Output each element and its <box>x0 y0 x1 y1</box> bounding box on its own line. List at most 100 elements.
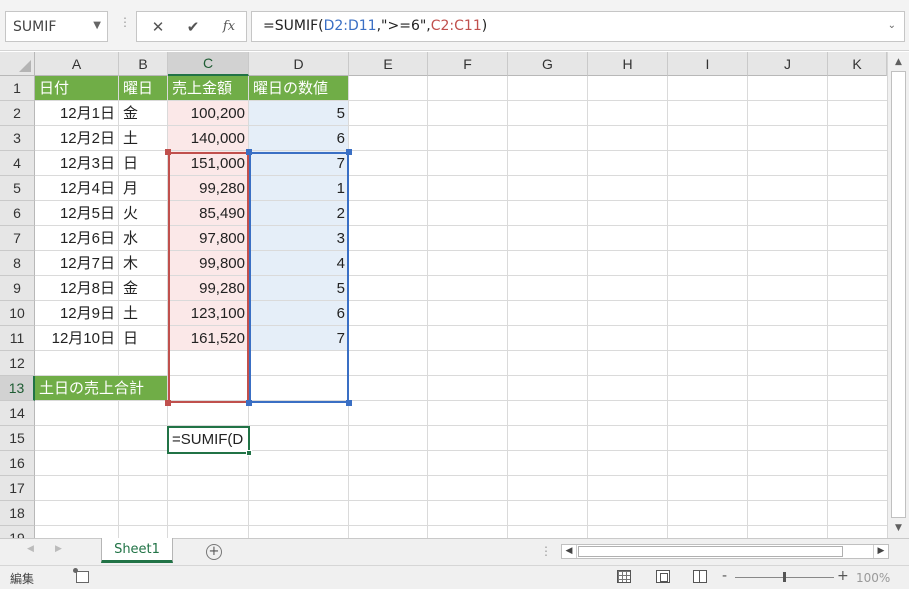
blue-range-corner-handle[interactable] <box>246 149 252 155</box>
normal-view-icon[interactable] <box>617 570 631 583</box>
tab-split-grip-icon[interactable]: ⋮ <box>540 544 552 558</box>
row-header-12[interactable]: 12 <box>0 351 35 376</box>
insert-function-icon[interactable]: fx <box>212 12 246 41</box>
add-sheet-icon[interactable]: + <box>206 544 222 560</box>
scroll-left-icon[interactable]: ◀ <box>562 545 577 558</box>
zoom-slider-thumb[interactable] <box>783 572 786 582</box>
column-header-e[interactable]: E <box>349 52 428 76</box>
row-header-17[interactable]: 17 <box>0 476 35 501</box>
scroll-up-icon[interactable]: ▲ <box>890 54 907 70</box>
formula-bar-grip-icon[interactable]: ⋮ <box>119 15 131 29</box>
formula-input[interactable]: =SUMIF(D2:D11,">=6",C2:C11) ⌄ <box>251 11 905 42</box>
column-header-i[interactable]: I <box>668 52 748 76</box>
cell-d3[interactable]: 6 <box>249 126 348 150</box>
tab-scroll-right-icon[interactable]: ▶ <box>55 544 62 554</box>
cell-d6[interactable]: 2 <box>249 201 348 225</box>
spreadsheet-grid[interactable]: ABCDEFGHIJK 1 2 3 4 5 6 7 8 9 10 11 12 13 14 15 16 17 18 1… <box>0 52 887 538</box>
cell-a4[interactable]: 12月3日 <box>35 151 118 175</box>
column-header-k[interactable]: K <box>828 52 887 76</box>
cell-d11[interactable]: 7 <box>249 326 348 350</box>
expand-formula-chevron-icon[interactable]: ⌄ <box>888 20 896 31</box>
cell-d4[interactable]: 7 <box>249 151 348 175</box>
header-cell-d1[interactable]: 曜日の数値 <box>249 76 348 100</box>
cell-a9[interactable]: 12月8日 <box>35 276 118 300</box>
row-header-13[interactable]: 13 <box>0 376 35 401</box>
column-header-g[interactable]: G <box>508 52 588 76</box>
row-header-3[interactable]: 3 <box>0 126 35 151</box>
chevron-down-icon[interactable]: ▼ <box>93 20 101 31</box>
cancel-icon[interactable]: ✕ <box>141 12 175 41</box>
column-header-h[interactable]: H <box>588 52 668 76</box>
cell-a3[interactable]: 12月2日 <box>35 126 118 150</box>
row-header-6[interactable]: 6 <box>0 201 35 226</box>
cell-a8[interactable]: 12月7日 <box>35 251 118 275</box>
cell-a6[interactable]: 12月5日 <box>35 201 118 225</box>
red-range-corner-handle[interactable] <box>165 149 171 155</box>
zoom-level[interactable]: 100% <box>856 571 890 585</box>
cell-b8[interactable]: 木 <box>119 251 167 275</box>
zoom-out-button[interactable]: - <box>722 568 727 584</box>
tab-scroll-left-icon[interactable]: ◀ <box>27 544 34 554</box>
cell-d5[interactable]: 1 <box>249 176 348 200</box>
cell-c2[interactable]: 100,200 <box>168 101 248 125</box>
row-header-5[interactable]: 5 <box>0 176 35 201</box>
column-header-b[interactable]: B <box>119 52 168 76</box>
column-header-j[interactable]: J <box>748 52 828 76</box>
cell-c8[interactable]: 99,800 <box>168 251 248 275</box>
cell-b7[interactable]: 水 <box>119 226 167 250</box>
horizontal-scrollbar[interactable]: ◀ ▶ <box>561 544 889 559</box>
vertical-scrollbar[interactable]: ▲ ▼ <box>887 52 909 538</box>
cell-b3[interactable]: 土 <box>119 126 167 150</box>
header-cell-b1[interactable]: 曜日 <box>119 76 167 100</box>
cell-b11[interactable]: 日 <box>119 326 167 350</box>
row-header-10[interactable]: 10 <box>0 301 35 326</box>
page-layout-view-icon[interactable] <box>656 570 670 583</box>
column-header-c[interactable]: C <box>168 52 249 76</box>
cell-d7[interactable]: 3 <box>249 226 348 250</box>
cell-b4[interactable]: 日 <box>119 151 167 175</box>
cell-c9[interactable]: 99,280 <box>168 276 248 300</box>
blue-range-corner-handle[interactable] <box>246 400 252 406</box>
row-header-9[interactable]: 9 <box>0 276 35 301</box>
row-header-19[interactable]: 19 <box>0 526 35 538</box>
row-header-16[interactable]: 16 <box>0 451 35 476</box>
zoom-in-button[interactable]: + <box>837 568 849 584</box>
blue-range-corner-handle[interactable] <box>346 149 352 155</box>
row-header-14[interactable]: 14 <box>0 401 35 426</box>
row-header-1[interactable]: 1 <box>0 76 35 101</box>
summary-label-a13[interactable]: 土日の売上合計 <box>35 376 167 400</box>
active-cell-c13[interactable]: =SUMIF(D <box>167 426 250 454</box>
cell-b9[interactable]: 金 <box>119 276 167 300</box>
column-header-f[interactable]: F <box>428 52 508 76</box>
row-header-15[interactable]: 15 <box>0 426 35 451</box>
row-header-2[interactable]: 2 <box>0 101 35 126</box>
cell-c4[interactable]: 151,000 <box>168 151 248 175</box>
row-header-11[interactable]: 11 <box>0 326 35 351</box>
cell-b2[interactable]: 金 <box>119 101 167 125</box>
fill-handle[interactable] <box>246 450 252 456</box>
vertical-scroll-thumb[interactable] <box>891 71 906 518</box>
cell-d8[interactable]: 4 <box>249 251 348 275</box>
cell-c7[interactable]: 97,800 <box>168 226 248 250</box>
macro-record-icon[interactable] <box>73 568 89 583</box>
row-header-8[interactable]: 8 <box>0 251 35 276</box>
cell-c5[interactable]: 99,280 <box>168 176 248 200</box>
horizontal-scroll-thumb[interactable] <box>578 546 843 557</box>
cell-c10[interactable]: 123,100 <box>168 301 248 325</box>
scroll-down-icon[interactable]: ▼ <box>890 520 907 536</box>
cell-d9[interactable]: 5 <box>249 276 348 300</box>
red-range-corner-handle[interactable] <box>165 400 171 406</box>
cell-b10[interactable]: 土 <box>119 301 167 325</box>
cell-a10[interactable]: 12月9日 <box>35 301 118 325</box>
blue-range-corner-handle[interactable] <box>346 400 352 406</box>
cell-b6[interactable]: 火 <box>119 201 167 225</box>
cell-a11[interactable]: 12月10日 <box>35 326 118 350</box>
cell-a2[interactable]: 12月1日 <box>35 101 118 125</box>
sheet-tab-sheet1[interactable]: Sheet1 <box>101 538 173 563</box>
header-cell-a1[interactable]: 日付 <box>35 76 118 100</box>
name-box[interactable]: SUMIF ▼ <box>5 11 108 42</box>
cell-d10[interactable]: 6 <box>249 301 348 325</box>
cell-c6[interactable]: 85,490 <box>168 201 248 225</box>
enter-check-icon[interactable]: ✔ <box>176 12 210 41</box>
row-header-7[interactable]: 7 <box>0 226 35 251</box>
